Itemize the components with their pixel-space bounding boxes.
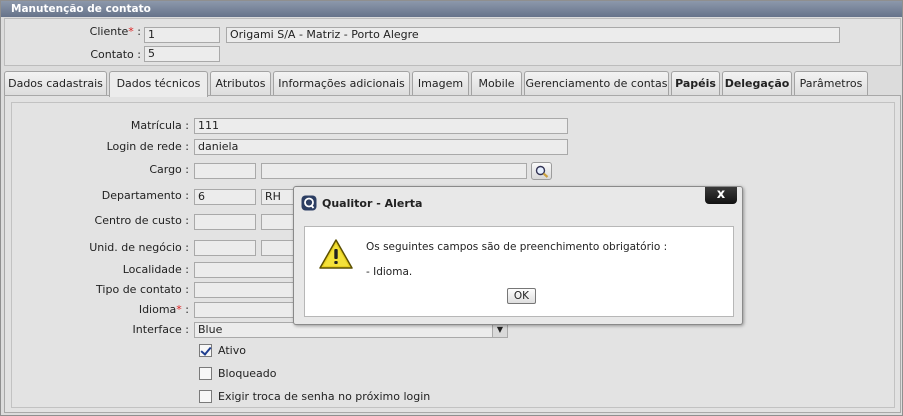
tab-gerenciamento-de-contas[interactable]: Gerenciamento de contas: [524, 71, 669, 96]
unid-negocio-code-field[interactable]: [194, 240, 256, 256]
contato-field[interactable]: 5: [144, 46, 220, 62]
ok-button[interactable]: OK: [507, 288, 536, 304]
cliente-label: Cliente* :: [89, 25, 141, 38]
matricula-label: Matrícula :: [130, 119, 189, 132]
cargo-label: Cargo :: [149, 163, 189, 176]
cargo-name-field[interactable]: [261, 163, 527, 179]
tab-atributos[interactable]: Atributos: [210, 71, 271, 96]
contato-label: Contato :: [90, 48, 141, 61]
cargo-code-field[interactable]: [194, 163, 256, 179]
warning-icon: [319, 239, 353, 269]
bloqueado-checkbox[interactable]: [199, 367, 212, 380]
dialog-close-button[interactable]: x: [705, 187, 737, 204]
cargo-search-button[interactable]: [531, 162, 552, 180]
ativo-checkbox[interactable]: [199, 344, 212, 357]
cliente-name-field[interactable]: Origami S/A - Matriz - Porto Alegre: [226, 27, 840, 43]
tab-imagem[interactable]: Imagem: [412, 71, 469, 96]
dialog-missing-field: - Idioma.: [366, 266, 413, 278]
header-area: Cliente* : 1 Origami S/A - Matriz - Port…: [4, 18, 901, 66]
bloqueado-label: Bloqueado: [218, 367, 277, 380]
tipo-de-contato-label: Tipo de contato :: [96, 283, 189, 296]
tab-informacoes-adicionais[interactable]: Informações adicionais: [273, 71, 410, 96]
tab-dados-tecnicos[interactable]: Dados técnicos: [109, 71, 208, 97]
tab-papeis[interactable]: Papéis: [671, 71, 720, 96]
matricula-field[interactable]: 111: [194, 118, 568, 134]
departamento-label: Departamento :: [101, 189, 189, 202]
cliente-code-field[interactable]: 1: [144, 27, 220, 43]
centro-de-custo-code-field[interactable]: [194, 214, 256, 230]
interface-selected-value: Blue: [198, 323, 223, 336]
alert-dialog: Qualitor - Alerta x Os seguintes campos …: [293, 186, 743, 325]
tab-mobile[interactable]: Mobile: [471, 71, 522, 96]
qualitor-logo-icon: [301, 195, 317, 211]
unid-negocio-label: Unid. de negócio :: [89, 241, 189, 254]
contact-maintenance-window: Manutenção de contato Cliente* : 1 Origa…: [0, 0, 903, 416]
search-icon: [535, 165, 549, 178]
exigir-troca-senha-label: Exigir troca de senha no próximo login: [218, 390, 431, 403]
exigir-troca-senha-checkbox[interactable]: [199, 390, 212, 403]
interface-label: Interface :: [132, 323, 189, 336]
centro-de-custo-label: Centro de custo :: [94, 214, 189, 227]
tab-parametros[interactable]: Parâmetros: [794, 71, 868, 96]
dialog-message: Os seguintes campos são de preenchimento…: [366, 241, 668, 253]
dialog-title: Qualitor - Alerta: [322, 197, 423, 210]
tab-dados-cadastrais[interactable]: Dados cadastrais: [4, 71, 107, 96]
tab-bar: Dados cadastrais Dados técnicos Atributo…: [4, 71, 901, 97]
tab-delegacao[interactable]: Delegação: [722, 71, 792, 96]
chevron-down-icon: ▼: [492, 323, 507, 337]
login-label: Login de rede :: [106, 140, 189, 153]
window-title: Manutenção de contato: [1, 1, 902, 17]
dialog-body: Os seguintes campos são de preenchimento…: [304, 226, 734, 317]
login-field[interactable]: daniela: [194, 139, 568, 155]
departamento-code-field[interactable]: 6: [194, 189, 256, 205]
ativo-label: Ativo: [218, 344, 246, 357]
localidade-label: Localidade :: [122, 263, 189, 276]
idioma-label: Idioma* :: [138, 303, 189, 316]
